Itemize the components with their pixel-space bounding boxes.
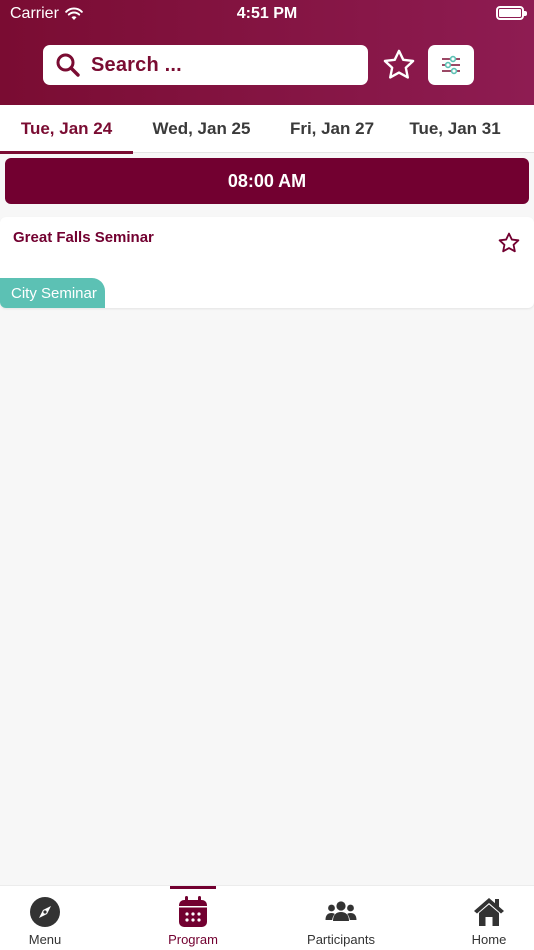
tab-tue-jan-24[interactable]: Tue, Jan 24	[0, 105, 133, 154]
tab-label: Tue, Jan 31	[409, 119, 501, 138]
nav-menu-label: Menu	[28, 932, 62, 947]
tab-wed-jan-25[interactable]: Wed, Jan 25	[133, 105, 270, 153]
calendar-icon	[177, 896, 209, 928]
session-card[interactable]: Great Falls Seminar City Seminar	[0, 217, 534, 308]
tab-tue-jan-31[interactable]: Tue, Jan 31	[394, 105, 516, 153]
nav-program[interactable]: Program	[153, 886, 233, 950]
app-header: Carrier 4:51 PM Search ...	[0, 0, 534, 105]
tab-label: Fri, Jan 27	[289, 119, 375, 138]
nav-participants-label: Participants	[307, 932, 375, 947]
date-tabs: Tue, Jan 24 Wed, Jan 25 Fri, Jan 27 Tue,…	[0, 105, 534, 154]
tab-label: Wed, Jan 25	[152, 119, 251, 138]
clock: 4:51 PM	[236, 5, 298, 22]
nav-program-label: Program	[168, 932, 218, 947]
search-placeholder: Search ...	[91, 53, 182, 76]
time-slot-header: 08:00 AM	[5, 158, 529, 204]
home-icon	[473, 896, 505, 928]
nav-menu[interactable]: Menu	[10, 886, 80, 950]
nav-participants[interactable]: Participants	[295, 886, 387, 950]
nav-home[interactable]: Home	[454, 886, 524, 950]
sliders-icon	[442, 55, 460, 75]
search-icon	[56, 53, 80, 77]
star-icon	[498, 232, 520, 253]
session-title: Great Falls Seminar	[13, 229, 154, 246]
tab-label: Tue, Jan 24	[20, 119, 113, 138]
favorites-button[interactable]	[380, 46, 418, 84]
bottom-tab-bar: Menu Program Participants Home	[0, 885, 534, 950]
time-slot-label: 08:00 AM	[227, 170, 307, 191]
status-bar: Carrier 4:51 PM	[0, 0, 534, 28]
people-icon	[325, 896, 357, 928]
compass-icon	[29, 896, 61, 928]
filter-button[interactable]	[428, 45, 474, 85]
session-tag: City Seminar	[0, 278, 105, 308]
session-favorite-button[interactable]	[497, 231, 521, 255]
star-icon	[383, 49, 415, 79]
nav-home-label: Home	[471, 932, 507, 947]
search-input[interactable]: Search ...	[43, 45, 368, 85]
tab-fri-jan-27[interactable]: Fri, Jan 27	[270, 105, 394, 153]
battery-icon	[496, 6, 527, 20]
